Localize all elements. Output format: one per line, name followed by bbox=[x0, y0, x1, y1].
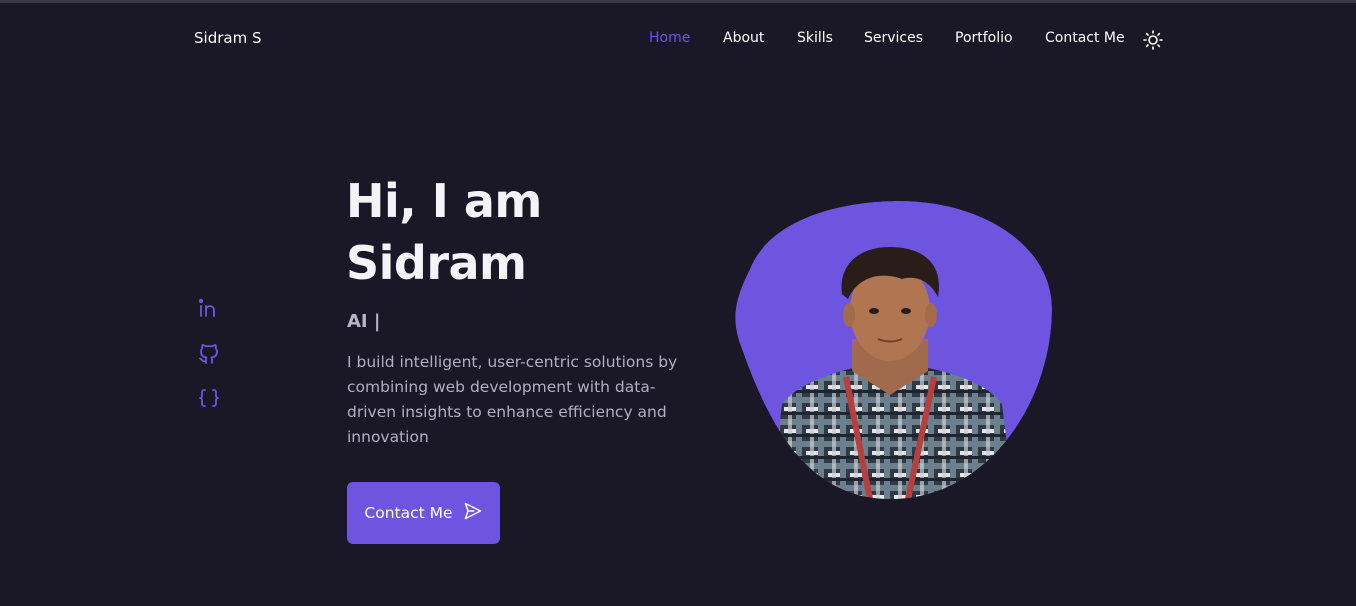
nav-item-about[interactable]: About bbox=[723, 30, 764, 46]
github-icon[interactable] bbox=[197, 341, 221, 365]
contact-me-button[interactable]: Contact Me bbox=[347, 482, 500, 544]
profile-photo bbox=[730, 199, 1054, 501]
sun-icon[interactable] bbox=[1143, 30, 1163, 50]
code-braces-icon[interactable] bbox=[197, 386, 221, 410]
send-icon bbox=[463, 501, 483, 525]
hero-title-name: Sidram bbox=[346, 236, 527, 290]
nav-item-home[interactable]: Home bbox=[649, 30, 690, 46]
nav-item-services[interactable]: Services bbox=[864, 30, 923, 46]
nav-item-contact-me[interactable]: Contact Me bbox=[1045, 30, 1125, 46]
linkedin-icon[interactable] bbox=[197, 296, 221, 320]
hero-title-line-1: Hi, I am bbox=[346, 174, 542, 228]
hero-title: Hi, I am Sidram bbox=[346, 170, 686, 294]
hero-role-typewriter: AI | bbox=[347, 311, 381, 332]
nav-item-skills[interactable]: Skills bbox=[797, 30, 833, 46]
site-header: Sidram S Home About Skills Services Port… bbox=[0, 3, 1356, 73]
contact-me-button-label: Contact Me bbox=[364, 504, 453, 522]
hero-description: I build intelligent, user-centric soluti… bbox=[347, 353, 678, 446]
nav-item-portfolio[interactable]: Portfolio bbox=[955, 30, 1013, 46]
